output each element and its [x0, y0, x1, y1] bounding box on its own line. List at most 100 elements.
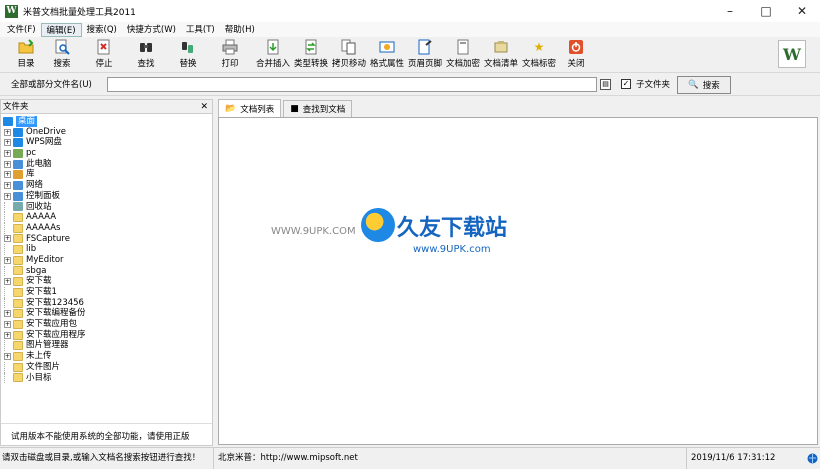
tree-item-label: WPS网盘: [26, 137, 62, 148]
filter-icon[interactable]: ▤: [600, 79, 611, 90]
toolbar-close-button[interactable]: 关闭: [558, 37, 594, 71]
tree-item[interactable]: + 安下载应用包: [1, 319, 212, 330]
expand-icon[interactable]: +: [4, 235, 11, 243]
watermark-logo-icon: [361, 208, 395, 242]
menu-tools[interactable]: 工具(T): [181, 23, 220, 37]
expand-icon[interactable]: +: [4, 331, 11, 339]
tree-item[interactable]: AAAAA: [1, 212, 212, 223]
folder-icon: [13, 213, 23, 223]
toolbar-merge-button[interactable]: 合并插入: [254, 37, 292, 71]
replace-icon: [180, 39, 196, 55]
tree-item[interactable]: AAAAAs: [1, 222, 212, 234]
tree-item-label: 库: [26, 169, 35, 180]
user-icon: [13, 148, 23, 158]
tree-item[interactable]: 回收站: [1, 201, 212, 213]
menu-search[interactable]: 搜索(Q): [82, 23, 122, 37]
status-hint: 请双击磁盘或目录,或输入文档名搜索按钮进行查找！: [0, 448, 214, 469]
toolbar-search-button[interactable]: 搜索: [44, 37, 80, 71]
toolbar-label: 类型转换: [293, 59, 328, 69]
expand-icon[interactable]: +: [4, 181, 11, 189]
trial-notice: 试用版本不能使用系统的全部功能，请使用正版: [1, 423, 212, 445]
tree-item[interactable]: + FSCapture: [1, 234, 212, 245]
toolbar-stop-button[interactable]: 停止: [86, 37, 122, 71]
tab-label: 文档列表: [240, 104, 275, 115]
tree-item-label: 此电脑: [26, 158, 52, 169]
toolbar-find-button[interactable]: 查找: [128, 37, 164, 71]
search-button[interactable]: 🔍 搜索: [677, 76, 731, 94]
expand-icon[interactable]: +: [4, 256, 11, 264]
toolbar-replace-button[interactable]: 替换: [170, 37, 206, 71]
tree-item[interactable]: + 控制面板: [1, 191, 212, 202]
tree-item[interactable]: 文件图片: [1, 361, 212, 373]
tree-item-label: 小目标: [26, 372, 52, 383]
menu-help[interactable]: 帮助(H): [220, 23, 260, 37]
tree-item[interactable]: + 网络: [1, 180, 212, 191]
subfolder-checkbox[interactable]: ✓: [621, 79, 631, 89]
expand-icon[interactable]: +: [4, 139, 11, 147]
tree-item[interactable]: 桌面: [1, 116, 212, 127]
toolbar-header-footer-button[interactable]: 页眉页脚: [406, 37, 444, 71]
status-bar: 请双击磁盘或目录,或输入文档名搜索按钮进行查找！ 北京米普：http://www…: [0, 447, 820, 469]
watermark: 久友下载站 WWW.9UPK.COM www.9UPK.com: [271, 206, 511, 266]
folder-icon: [13, 266, 23, 276]
binoculars-icon: ■: [290, 104, 299, 114]
tree-item[interactable]: 安下载1: [1, 287, 212, 298]
maximize-button[interactable]: □: [748, 0, 784, 22]
expand-icon[interactable]: +: [4, 320, 11, 328]
folder-icon: [13, 298, 23, 308]
tree-item[interactable]: 安下载123456: [1, 297, 212, 309]
tab-document-list[interactable]: 📂 文档列表: [218, 99, 282, 117]
toolbar-label: 文档清单: [483, 59, 518, 69]
menu-bar: 文件(F) 编辑(E) 搜索(Q) 快捷方式(W) 工具(T) 帮助(H): [0, 22, 820, 37]
tree-item[interactable]: 小目标: [1, 372, 212, 384]
toolbar-label: 搜索: [53, 59, 71, 69]
expand-icon[interactable]: +: [4, 310, 11, 318]
tree-item[interactable]: 图片管理器: [1, 340, 212, 352]
toolbar-format-button[interactable]: 格式属性: [368, 37, 406, 71]
tree-item[interactable]: + 安下载: [1, 276, 212, 287]
tree-item[interactable]: + MyEditor: [1, 255, 212, 266]
tree-item[interactable]: sbga: [1, 265, 212, 277]
expand-icon[interactable]: +: [4, 192, 11, 200]
document-list-area[interactable]: 久友下载站 WWW.9UPK.COM www.9UPK.com: [218, 117, 818, 445]
menu-file[interactable]: 文件(F): [2, 23, 41, 37]
toolbar-label: 格式属性: [369, 59, 404, 69]
menu-edit[interactable]: 编辑(E): [40, 22, 82, 37]
tree-item[interactable]: + pc: [1, 148, 212, 159]
toolbar-convert-button[interactable]: 类型转换: [292, 37, 330, 71]
copy-move-icon: [341, 39, 357, 55]
tree-item[interactable]: + 安下载应用程序: [1, 330, 212, 341]
tab-found-documents[interactable]: ■ 查找到文档: [283, 100, 353, 117]
toolbar-label: 停止: [95, 59, 113, 69]
menu-shortcuts[interactable]: 快捷方式(W): [122, 23, 181, 37]
folder-icon: [13, 341, 23, 351]
tree-item[interactable]: + OneDrive: [1, 127, 212, 138]
tree-item[interactable]: + 未上传: [1, 351, 212, 362]
tree-item[interactable]: lib: [1, 244, 212, 255]
expand-icon[interactable]: +: [4, 171, 11, 179]
expand-icon[interactable]: +: [4, 352, 11, 360]
expand-icon[interactable]: +: [4, 160, 11, 168]
toolbar-secret-button[interactable]: ★ 文档标密: [520, 37, 558, 71]
toolbar-list-button[interactable]: 文档清单: [482, 37, 520, 71]
toolbar-copy-move-button[interactable]: 拷贝移动: [330, 37, 368, 71]
panel-close-icon[interactable]: ✕: [200, 100, 208, 114]
tree-item[interactable]: + WPS网盘: [1, 137, 212, 148]
tree-item-label: AAAAA: [26, 212, 57, 223]
toolbar-directory-button[interactable]: 目录: [8, 37, 44, 71]
filename-input[interactable]: [107, 77, 597, 92]
close-button[interactable]: ✕: [784, 0, 820, 22]
expand-icon[interactable]: +: [4, 278, 11, 286]
toolbar-encrypt-button[interactable]: 文档加密: [444, 37, 482, 71]
tree-item-label: 未上传: [26, 351, 52, 362]
tree-item[interactable]: + 此电脑: [1, 159, 212, 170]
tree-item[interactable]: + 库: [1, 169, 212, 180]
expand-icon[interactable]: +: [4, 149, 11, 157]
tree-item[interactable]: + 安下载编程备份: [1, 308, 212, 319]
toolbar-print-button[interactable]: 打印: [212, 37, 248, 71]
expand-icon[interactable]: +: [4, 128, 11, 136]
tree-item-label: 安下载编程备份: [26, 308, 86, 319]
tree-item-label: FSCapture: [26, 233, 70, 244]
minimize-button[interactable]: –: [712, 0, 748, 22]
logo-w-icon: W: [783, 44, 801, 64]
